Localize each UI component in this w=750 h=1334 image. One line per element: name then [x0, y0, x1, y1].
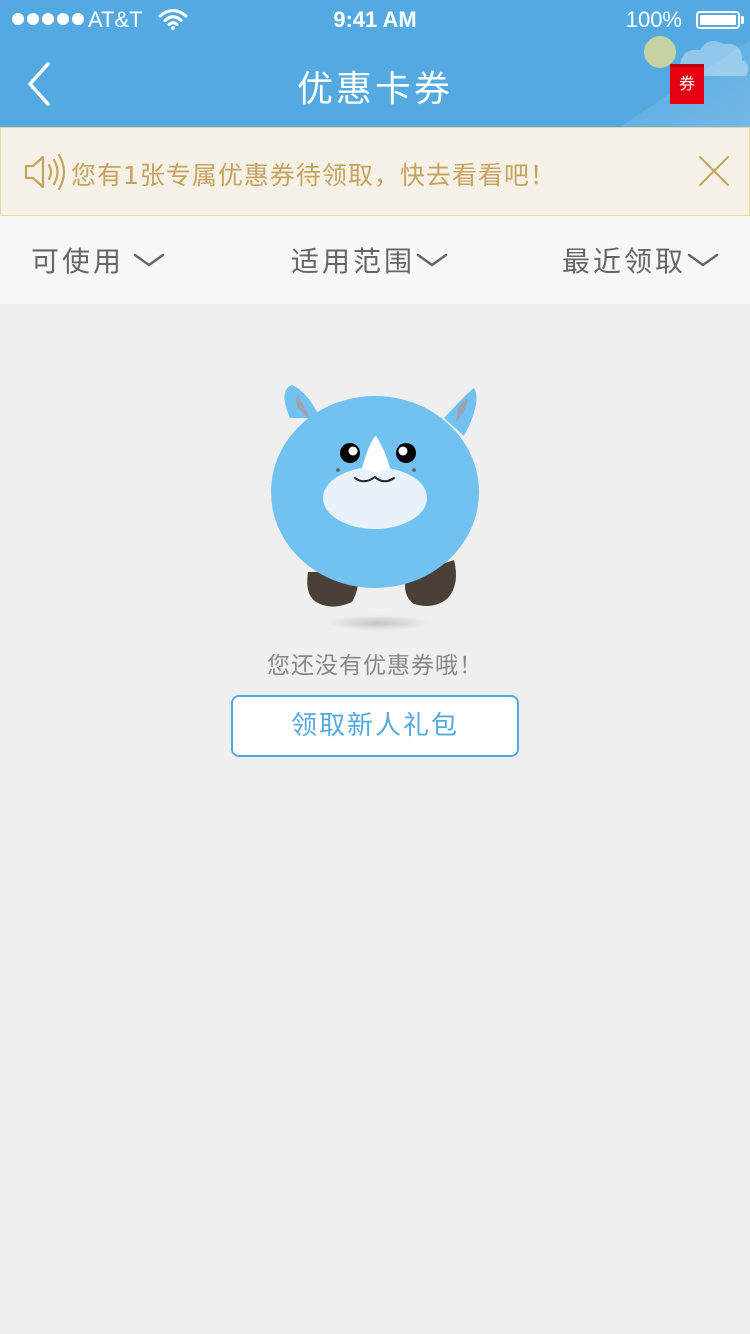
chevron-down-icon [416, 253, 448, 267]
filter-scope-label: 适用范围 [291, 245, 416, 278]
page-title: 优惠卡券 [296, 69, 453, 110]
header: AT&T 9:41 AM 100% 优惠卡券 券 [0, 0, 750, 127]
filter-available[interactable]: 可使用 [31, 240, 166, 280]
filter-available-label: 可使用 [31, 245, 125, 278]
empty-state-message: 您还没有优惠券哦！ [267, 653, 483, 679]
coupon-tag-button[interactable]: 券 [670, 64, 704, 104]
battery-tip-icon [741, 16, 744, 24]
claim-gift-button[interactable]: 领取新人礼包 [231, 695, 519, 757]
notice-text[interactable]: 您有1张专属优惠券待领取，快去看看吧！ [71, 156, 556, 192]
close-icon[interactable] [697, 154, 731, 188]
notice-banner: 您有1张专属优惠券待领取，快去看看吧！ [0, 127, 750, 216]
chevron-down-icon [133, 253, 165, 267]
filter-bar: 可使用 适用范围 最近领取 [0, 216, 750, 304]
filter-recent-label: 最近领取 [562, 245, 687, 278]
filter-scope[interactable]: 适用范围 [291, 240, 449, 280]
filter-recent[interactable]: 最近领取 [562, 240, 720, 280]
nav-bar: 优惠卡券 [0, 40, 750, 127]
chevron-down-icon [687, 253, 719, 267]
rhino-mascot-illustration [271, 385, 479, 631]
battery-icon [696, 11, 740, 29]
speaker-icon [24, 153, 66, 191]
